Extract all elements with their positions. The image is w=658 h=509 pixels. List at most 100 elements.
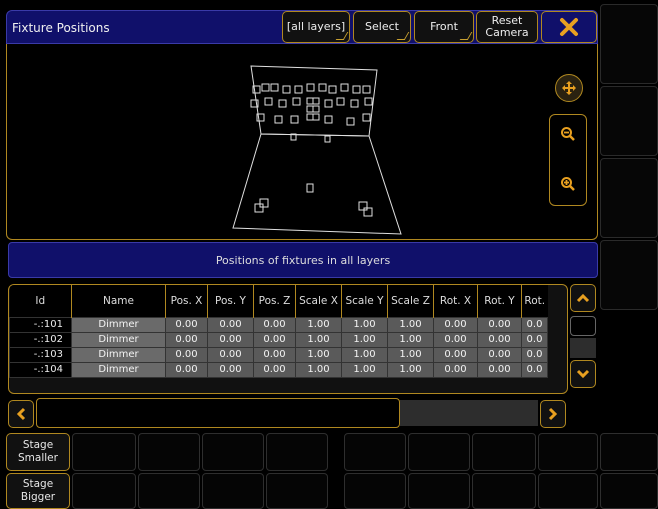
grid-cell[interactable] bbox=[408, 433, 470, 471]
stage-viewport[interactable] bbox=[6, 44, 598, 240]
layers-button[interactable]: [all layers] bbox=[282, 11, 350, 43]
cell-id[interactable]: -.:103 bbox=[9, 346, 72, 363]
table-row[interactable]: -.:102 Dimmer 0.00 0.00 0.00 1.00 1.00 1.00 0.00… bbox=[9, 331, 548, 348]
scroll-up-button[interactable] bbox=[570, 284, 596, 312]
grid-cell[interactable] bbox=[266, 433, 328, 471]
horizontal-scroll-thumb[interactable] bbox=[36, 398, 400, 428]
horizontal-scroll-track[interactable] bbox=[400, 400, 538, 426]
cell-value[interactable]: 1.00 bbox=[387, 331, 434, 348]
col-pos-y[interactable]: Pos. Y bbox=[207, 285, 254, 317]
cell-value[interactable]: 0.00 bbox=[433, 331, 478, 348]
grid-cell[interactable] bbox=[266, 473, 328, 509]
cell-value[interactable]: 1.00 bbox=[295, 361, 342, 378]
reset-camera-button[interactable]: Reset Camera bbox=[476, 11, 538, 43]
cell-value[interactable]: 0.00 bbox=[207, 361, 254, 378]
cell-value[interactable]: 1.00 bbox=[295, 346, 342, 363]
grid-cell[interactable] bbox=[538, 473, 598, 509]
grid-cell[interactable] bbox=[408, 473, 470, 509]
grid-cell[interactable] bbox=[538, 433, 598, 471]
cell-value[interactable]: 0.00 bbox=[165, 361, 208, 378]
col-scale-z[interactable]: Scale Z bbox=[387, 285, 434, 317]
move-button[interactable] bbox=[555, 74, 583, 102]
grid-cell[interactable] bbox=[138, 433, 200, 471]
cell-value[interactable]: 0.00 bbox=[165, 346, 208, 363]
table-row[interactable]: -.:103 Dimmer 0.00 0.00 0.00 1.00 1.00 1.00 0.00… bbox=[9, 346, 548, 363]
zoom-in-icon bbox=[561, 177, 575, 191]
vertical-scroll-track[interactable] bbox=[570, 316, 596, 336]
cell-value[interactable]: 0.0 bbox=[521, 331, 548, 348]
cell-value[interactable]: 0.00 bbox=[477, 346, 522, 363]
select-button[interactable]: Select bbox=[353, 11, 411, 43]
cell-value[interactable]: 0.00 bbox=[207, 346, 254, 363]
grid-cell[interactable] bbox=[202, 433, 264, 471]
cell-value[interactable]: 0.0 bbox=[521, 361, 548, 378]
grid-cell[interactable] bbox=[138, 473, 200, 509]
front-button-label: Front bbox=[430, 20, 458, 33]
front-button[interactable]: Front bbox=[414, 11, 474, 43]
table-row[interactable]: -.:104 Dimmer 0.00 0.00 0.00 1.00 1.00 1.00 0.00… bbox=[9, 361, 548, 378]
cell-value[interactable]: 1.00 bbox=[341, 331, 388, 348]
scroll-right-button[interactable] bbox=[540, 400, 566, 428]
cell-value[interactable]: 0.00 bbox=[253, 331, 296, 348]
cell-value[interactable]: 1.00 bbox=[387, 361, 434, 378]
cell-name[interactable]: Dimmer bbox=[71, 316, 166, 333]
cell-value[interactable]: 0.0 bbox=[521, 346, 548, 363]
grid-cell[interactable] bbox=[472, 473, 536, 509]
cell-id[interactable]: -.:101 bbox=[9, 316, 72, 333]
close-icon bbox=[560, 18, 578, 36]
cell-value[interactable]: 0.00 bbox=[165, 331, 208, 348]
grid-cell[interactable] bbox=[600, 433, 658, 471]
grid-cell[interactable] bbox=[72, 433, 136, 471]
cell-value[interactable]: 0.0 bbox=[521, 316, 548, 333]
grid-cell[interactable] bbox=[72, 473, 136, 509]
scroll-down-button[interactable] bbox=[570, 360, 596, 388]
zoom-in-button[interactable] bbox=[554, 170, 582, 198]
stage-smaller-button[interactable]: Stage Smaller bbox=[6, 433, 70, 471]
grid-cell[interactable] bbox=[344, 473, 406, 509]
cell-value[interactable]: 1.00 bbox=[387, 346, 434, 363]
col-pos-x[interactable]: Pos. X bbox=[165, 285, 208, 317]
cell-id[interactable]: -.:102 bbox=[9, 331, 72, 348]
col-scale-x[interactable]: Scale X bbox=[295, 285, 342, 317]
col-pos-z[interactable]: Pos. Z bbox=[253, 285, 296, 317]
cell-value[interactable]: 0.00 bbox=[477, 316, 522, 333]
cell-name[interactable]: Dimmer bbox=[71, 361, 166, 378]
table-row[interactable]: -.:101 Dimmer 0.00 0.00 0.00 1.00 1.00 1.00 0.00… bbox=[9, 316, 548, 333]
cell-id[interactable]: -.:104 bbox=[9, 361, 72, 378]
grid-cell[interactable] bbox=[202, 473, 264, 509]
cell-value[interactable]: 1.00 bbox=[341, 361, 388, 378]
cell-value[interactable]: 0.00 bbox=[477, 331, 522, 348]
cell-value[interactable]: 1.00 bbox=[295, 331, 342, 348]
window-title: Fixture Positions bbox=[12, 21, 110, 35]
col-rot-z[interactable]: Rot. bbox=[521, 285, 548, 317]
cell-value[interactable]: 0.00 bbox=[253, 316, 296, 333]
cell-value[interactable]: 0.00 bbox=[433, 316, 478, 333]
cell-value[interactable]: 0.00 bbox=[253, 346, 296, 363]
cell-value[interactable]: 0.00 bbox=[165, 316, 208, 333]
scroll-left-button[interactable] bbox=[8, 400, 34, 428]
cell-value[interactable]: 1.00 bbox=[295, 316, 342, 333]
col-rot-y[interactable]: Rot. Y bbox=[477, 285, 522, 317]
col-rot-x[interactable]: Rot. X bbox=[433, 285, 478, 317]
stage-wireframe bbox=[232, 65, 402, 235]
grid-cell[interactable] bbox=[600, 473, 658, 509]
stage-bigger-button[interactable]: Stage Bigger bbox=[6, 473, 70, 509]
cell-value[interactable]: 1.00 bbox=[387, 316, 434, 333]
cell-name[interactable]: Dimmer bbox=[71, 331, 166, 348]
cell-value[interactable]: 1.00 bbox=[341, 346, 388, 363]
col-scale-y[interactable]: Scale Y bbox=[341, 285, 388, 317]
cell-value[interactable]: 0.00 bbox=[207, 331, 254, 348]
grid-cell[interactable] bbox=[344, 433, 406, 471]
cell-value[interactable]: 1.00 bbox=[341, 316, 388, 333]
zoom-out-button[interactable] bbox=[554, 120, 582, 148]
cell-name[interactable]: Dimmer bbox=[71, 346, 166, 363]
cell-value[interactable]: 0.00 bbox=[433, 361, 478, 378]
cell-value[interactable]: 0.00 bbox=[207, 316, 254, 333]
cell-value[interactable]: 0.00 bbox=[433, 346, 478, 363]
col-id[interactable]: Id bbox=[9, 285, 72, 317]
close-button[interactable] bbox=[541, 11, 597, 43]
cell-value[interactable]: 0.00 bbox=[253, 361, 296, 378]
grid-cell[interactable] bbox=[472, 433, 536, 471]
cell-value[interactable]: 0.00 bbox=[477, 361, 522, 378]
col-name[interactable]: Name bbox=[71, 285, 166, 317]
